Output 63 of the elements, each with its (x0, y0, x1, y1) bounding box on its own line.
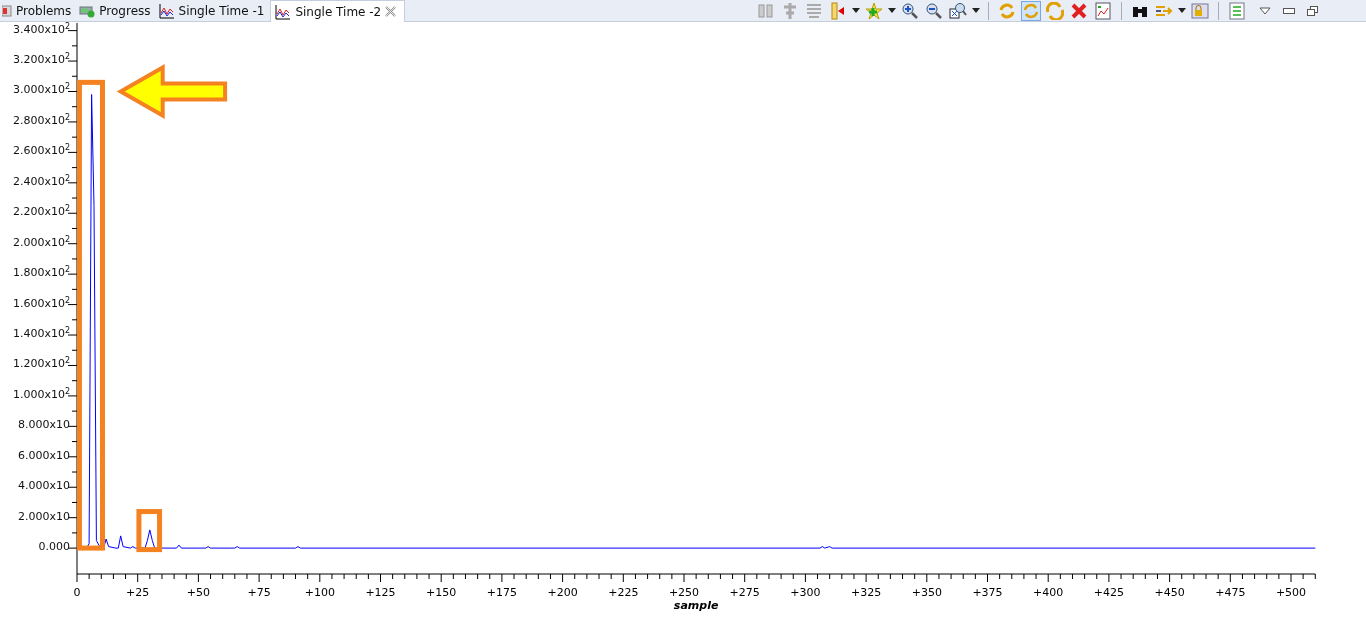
y-tick-label: 2.800x10$^{2}$ (12, 113, 70, 128)
y-tick-label: 1.800x10$^{2}$ (12, 266, 70, 281)
zoom-box-icon[interactable] (948, 0, 968, 21)
y-tick-label: 1.600x10$^{2}$ (12, 296, 70, 311)
y-tick-label: 2.000x10 (18, 509, 70, 524)
x-tick-label: +325 (851, 586, 882, 599)
y-tick-label: 2.000x10$^{2}$ (12, 235, 70, 250)
line-graph-icon (158, 3, 175, 19)
x-tick-label: +475 (1215, 586, 1246, 599)
line-graph-icon (275, 3, 292, 20)
x-tick-label: +50 (186, 586, 210, 599)
x-tick-label: +500 (1275, 586, 1307, 599)
caret-icon[interactable] (972, 8, 980, 13)
x-tick-label: 0 (73, 586, 81, 599)
x-tick-label: +300 (790, 586, 821, 599)
x-tick-label: +150 (426, 586, 457, 599)
progress-icon (79, 3, 96, 19)
y-tick-label: 6.000x10 (18, 448, 70, 463)
x-tick-label: +375 (972, 586, 1003, 599)
x-tick-label: +350 (911, 586, 942, 599)
y-tick-label: 2.400x10$^{2}$ (12, 174, 70, 189)
x-tick-label: +225 (608, 586, 639, 599)
y-tick-label: 2.200x10$^{2}$ (12, 205, 70, 220)
star-plus-icon[interactable] (864, 0, 884, 21)
x-tick-label: +25 (126, 586, 150, 599)
highlight-box (136, 509, 163, 553)
view-tab[interactable]: Single Time -1 (156, 0, 271, 22)
chart-icon[interactable] (1093, 0, 1113, 21)
restore-icon[interactable] (1307, 5, 1318, 16)
zoom-in-icon[interactable] (900, 0, 920, 21)
view-tab[interactable]: Single Time -2 (270, 0, 406, 22)
y-tick-label: 3.000x10$^{2}$ (12, 83, 70, 98)
x-tick-label: +450 (1154, 586, 1185, 599)
x-tick-label: +75 (247, 586, 271, 599)
caret-icon[interactable] (1178, 8, 1186, 13)
view-tab[interactable]: Problems (0, 0, 78, 22)
close-icon[interactable] (385, 6, 397, 17)
y-tick-label: 4.000x10 (18, 479, 70, 494)
zoom-out-icon[interactable] (924, 0, 944, 21)
x-tick-label: +275 (729, 586, 760, 599)
y-tick-label: 1.000x10$^{2}$ (12, 387, 70, 402)
minimize-icon[interactable] (1283, 7, 1295, 14)
y-tick-label: 3.400x10$^{2}$ (12, 22, 70, 37)
y-tick-label: 0.000 (38, 540, 70, 555)
y-tick-label: 2.600x10$^{2}$ (12, 144, 70, 159)
y-tick-label: 1.400x10$^{2}$ (12, 327, 70, 341)
x-tick-label: +200 (547, 586, 578, 599)
x-tick-label: +400 (1033, 586, 1064, 599)
y-tick-label: 3.200x10$^{2}$ (12, 53, 70, 68)
caret-icon[interactable] (888, 8, 896, 13)
view-tab[interactable]: Progress (77, 0, 157, 22)
caret-icon[interactable] (852, 8, 860, 13)
x-tick-label: +125 (365, 586, 396, 599)
y-tick-label: 1.200x10$^{2}$ (12, 357, 70, 372)
list-icon[interactable] (1227, 0, 1247, 21)
x-tick-label: +425 (1093, 586, 1124, 599)
view-menu-icon[interactable] (1259, 6, 1271, 15)
x-tick-label: +100 (304, 586, 335, 599)
x-axis-title: sample (673, 599, 719, 612)
x-tick-label: +175 (486, 586, 517, 599)
x-tick-label: +250 (668, 586, 700, 599)
problems-icon (2, 3, 12, 19)
y-tick-label: 8.000x10 (18, 418, 70, 433)
